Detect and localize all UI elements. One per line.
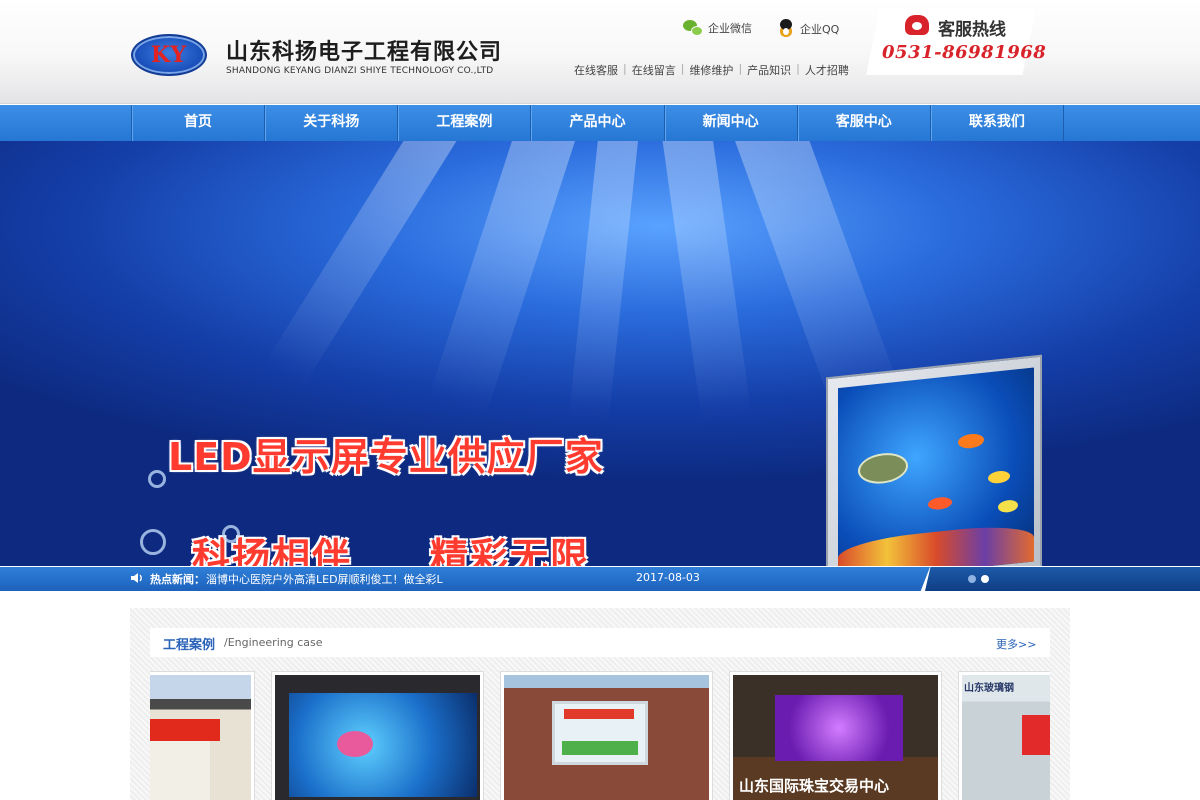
bubble <box>222 525 240 543</box>
qq-link[interactable]: 企业QQ <box>777 19 839 39</box>
news-bar-right <box>925 567 1200 591</box>
case-card[interactable] <box>150 671 255 800</box>
fish-graphic <box>928 496 952 511</box>
light-ray <box>264 141 462 388</box>
case-card[interactable] <box>500 671 713 800</box>
page: KY 山东科扬电子工程有限公司 SHANDONG KEYANG DIANZI S… <box>0 0 1200 800</box>
case-image: 山东玻璃钢 <box>962 675 1050 800</box>
hotline-label: 客服热线 <box>938 20 1006 40</box>
wechat-label: 企业微信 <box>708 22 752 35</box>
light-ray <box>660 141 752 422</box>
wechat-icon <box>683 19 703 37</box>
hotline-number: 0531-86981968 <box>882 42 1047 63</box>
billboard-screen <box>838 367 1034 566</box>
wechat-link[interactable]: 企业微信 <box>683 19 752 37</box>
hero-banner[interactable]: LED显示屏专业供应厂家 科扬相伴 精彩无限 <box>0 141 1200 566</box>
case-card[interactable]: 山东玻璃钢 <box>958 671 1050 800</box>
qq-label: 企业QQ <box>800 23 840 36</box>
banner-slogan-right: 精彩无限 <box>430 535 591 566</box>
bubble <box>148 470 166 488</box>
banner-headline: LED显示屏专业供应厂家 <box>168 435 604 479</box>
fish-graphic <box>958 432 984 450</box>
nav-item-home[interactable]: 首页 <box>132 105 266 141</box>
nav-item-products[interactable]: 产品中心 <box>531 105 665 141</box>
company-name: 山东科扬电子工程有限公司 <box>226 40 503 65</box>
fish-graphic <box>988 470 1010 485</box>
company-logo[interactable]: KY <box>131 34 207 76</box>
banner-slogan-left: 科扬相伴 <box>192 535 353 566</box>
phone-icon <box>905 15 929 35</box>
cases-subtitle: /Engineering case <box>224 636 323 649</box>
sub-link-online-service[interactable]: 在线客服 <box>574 62 618 78</box>
case-image <box>504 675 709 800</box>
news-date: 2017-08-03 <box>636 571 700 584</box>
sub-link-product-knowledge[interactable]: 产品知识 <box>747 62 791 78</box>
news-headline-link[interactable]: 淄博中心医院户外高清LED屏顺利俊工！做全彩L <box>206 571 443 587</box>
coral-graphic <box>838 521 1034 566</box>
logo-text: KY <box>150 42 188 68</box>
slide-dot-2[interactable] <box>981 575 989 583</box>
slide-dot-1[interactable] <box>968 575 976 583</box>
company-english-name: SHANDONG KEYANG DIANZI SHIYE TECHNOLOGY … <box>226 66 494 76</box>
nav-items: 首页 关于科扬 工程案例 产品中心 新闻中心 客服中心 联系我们 <box>131 105 1064 141</box>
cases-more-link[interactable]: 更多>> <box>996 636 1036 652</box>
sub-link-recruitment[interactable]: 人才招聘 <box>805 62 849 78</box>
case-card[interactable] <box>271 671 484 800</box>
case-image: 山东国际珠宝交易中心 <box>733 675 938 800</box>
case-image <box>150 675 251 800</box>
sub-link-maintenance[interactable]: 维修维护 <box>689 62 733 78</box>
nav-item-news[interactable]: 新闻中心 <box>665 105 798 141</box>
header-sub-links: 在线客服 | 在线留言 | 维修维护 | 产品知识 | 人才招聘 <box>574 62 849 78</box>
case-caption: 山东国际珠宝交易中心 <box>739 777 890 795</box>
separator: | <box>623 62 627 75</box>
led-billboard-image <box>826 354 1042 566</box>
header: KY 山东科扬电子工程有限公司 SHANDONG KEYANG DIANZI S… <box>0 0 1200 104</box>
nav-item-about[interactable]: 关于科扬 <box>265 105 399 141</box>
speaker-icon <box>131 573 142 583</box>
news-label: 热点新闻： <box>150 573 205 586</box>
fish-graphic <box>998 499 1018 514</box>
nav-item-contact[interactable]: 联系我们 <box>931 105 1064 141</box>
main-nav: 首页 关于科扬 工程案例 产品中心 新闻中心 客服中心 联系我们 <box>0 105 1200 141</box>
nav-item-service[interactable]: 客服中心 <box>798 105 931 141</box>
case-card[interactable]: 山东国际珠宝交易中心 <box>729 671 942 800</box>
separator: | <box>738 62 743 75</box>
separator: | <box>680 62 685 75</box>
cases-title: 工程案例 <box>163 638 216 653</box>
case-caption: 山东玻璃钢 <box>964 683 1014 694</box>
case-image <box>275 675 480 800</box>
qq-icon <box>777 19 795 39</box>
separator: | <box>796 62 800 75</box>
sub-link-message[interactable]: 在线留言 <box>632 62 676 78</box>
turtle-graphic <box>858 450 908 486</box>
nav-item-cases[interactable]: 工程案例 <box>398 105 532 141</box>
bubble <box>140 529 166 555</box>
light-ray <box>428 141 579 416</box>
light-ray <box>568 141 640 422</box>
